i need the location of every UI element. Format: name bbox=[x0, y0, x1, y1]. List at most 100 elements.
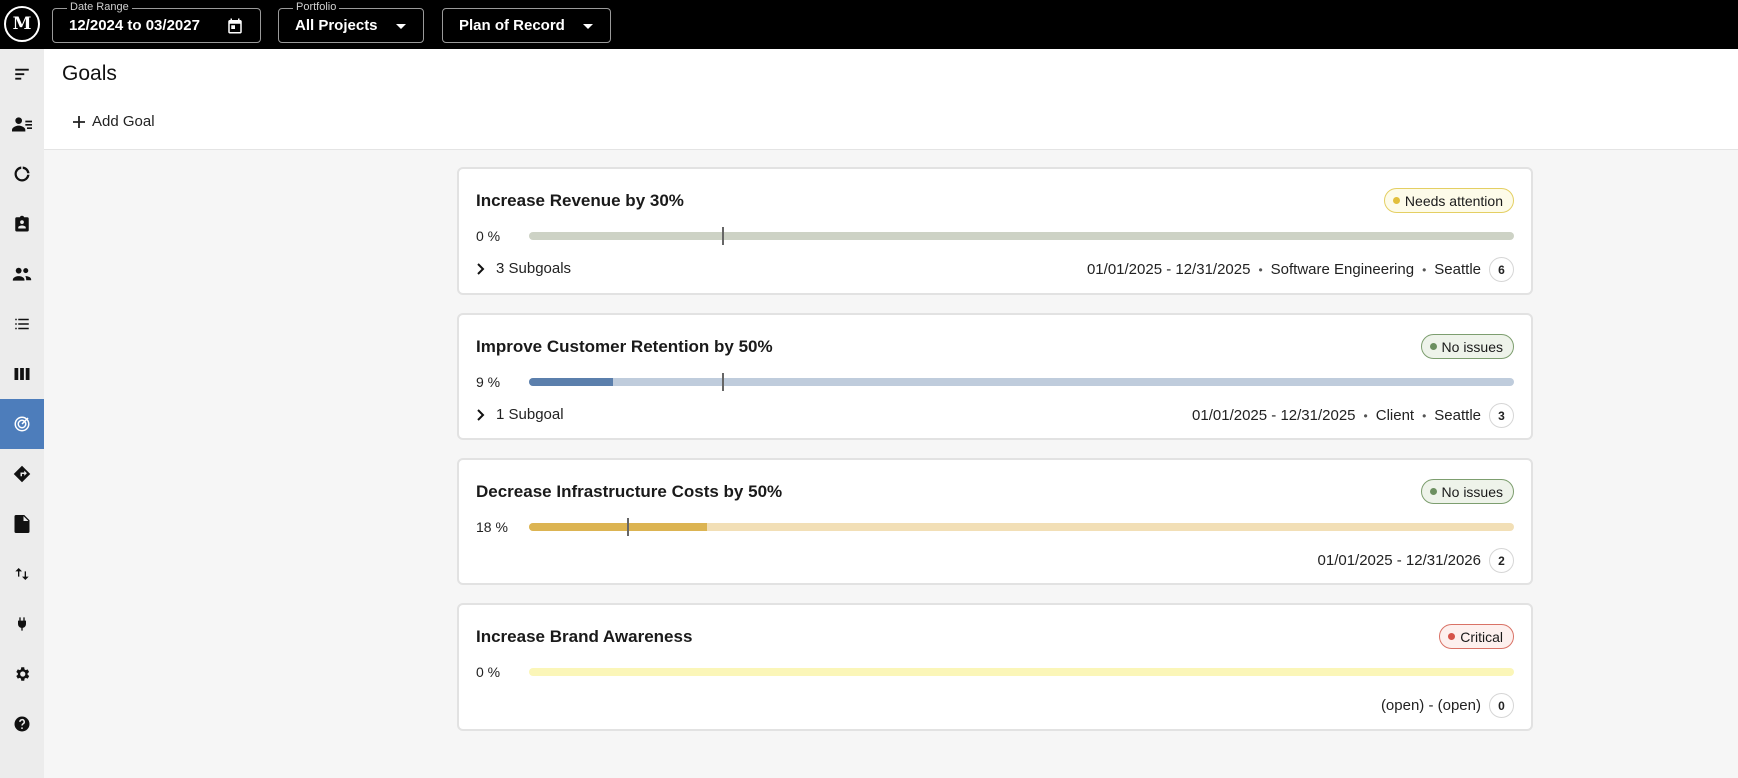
status-dot bbox=[1448, 633, 1456, 640]
sidebar-item-assignments[interactable] bbox=[0, 199, 44, 249]
subgoals-toggle[interactable]: 3 Subgoals bbox=[476, 260, 571, 277]
sort-icon bbox=[15, 568, 29, 580]
goal-department: Client bbox=[1375, 407, 1415, 424]
help-icon bbox=[14, 716, 30, 732]
sidebar-item-help[interactable] bbox=[0, 699, 44, 749]
sidebar-item-documents[interactable] bbox=[0, 499, 44, 549]
chevron-right-icon bbox=[477, 408, 485, 421]
goal-meta: (open) - (open) 0 bbox=[1381, 693, 1514, 718]
people-list-icon bbox=[12, 117, 32, 132]
chevron-right-icon bbox=[477, 262, 485, 275]
sidebar-item-dashboard[interactable] bbox=[0, 149, 44, 199]
progress-bar bbox=[529, 232, 1514, 240]
top-bar: M Date Range 12/2024 to 03/2027 Portfoli… bbox=[0, 0, 1738, 49]
plug-icon bbox=[18, 617, 26, 631]
calendar-icon[interactable] bbox=[226, 17, 244, 35]
progress-percent: 0 % bbox=[476, 664, 501, 680]
dropdown-arrow-icon bbox=[583, 23, 593, 29]
plan-value: Plan of Record bbox=[459, 17, 565, 34]
page-title: Goals bbox=[62, 62, 117, 85]
status-dot bbox=[1429, 488, 1437, 495]
status-badge: Critical bbox=[1439, 624, 1514, 649]
portfolio-select[interactable]: Portfolio All Projects bbox=[278, 1, 424, 43]
progress-percent: 0 % bbox=[476, 228, 501, 244]
separator-dot: • bbox=[1422, 408, 1427, 423]
plan-select[interactable]: Plan of Record bbox=[442, 8, 611, 43]
list-icon bbox=[15, 318, 29, 330]
sidebar-item-people[interactable] bbox=[0, 99, 44, 149]
sidebar-item-sort[interactable] bbox=[0, 549, 44, 599]
sidebar-item-roadmap[interactable] bbox=[0, 449, 44, 499]
sidebar-item-team[interactable] bbox=[0, 249, 44, 299]
dropdown-arrow-icon bbox=[396, 23, 406, 29]
status-label: Critical bbox=[1460, 628, 1503, 645]
progress-bar bbox=[529, 378, 1514, 386]
subgoals-label: 1 Subgoal bbox=[496, 406, 564, 423]
sidebar-item-goals[interactable] bbox=[0, 399, 44, 449]
goal-card[interactable]: Increase Brand Awareness Critical 0 % (o… bbox=[457, 603, 1533, 731]
progress-fill bbox=[529, 523, 708, 531]
goal-title: Decrease Infrastructure Costs by 50% bbox=[476, 482, 783, 501]
goal-location: Seattle bbox=[1434, 261, 1481, 278]
sidebar bbox=[0, 49, 44, 778]
goal-card[interactable]: Improve Customer Retention by 50% No iss… bbox=[457, 313, 1533, 440]
add-goal-button[interactable]: Add Goal bbox=[72, 113, 155, 130]
status-label: No issues bbox=[1441, 483, 1503, 500]
plus-icon bbox=[73, 115, 85, 128]
donut-chart-icon bbox=[14, 166, 30, 182]
document-icon bbox=[14, 515, 30, 533]
goal-title: Increase Revenue by 30% bbox=[476, 191, 684, 210]
separator-dot: • bbox=[1363, 408, 1368, 423]
sidebar-item-integrations[interactable] bbox=[0, 599, 44, 649]
status-badge: No issues bbox=[1420, 479, 1514, 504]
goal-card[interactable]: Decrease Infrastructure Costs by 50% No … bbox=[457, 458, 1533, 585]
goal-department: Software Engineering bbox=[1270, 261, 1415, 278]
progress-percent: 9 % bbox=[476, 374, 501, 390]
menu-icon bbox=[15, 68, 29, 80]
sidebar-item-list[interactable] bbox=[0, 299, 44, 349]
subgoals-label: 3 Subgoals bbox=[496, 260, 572, 277]
sidebar-item-settings[interactable] bbox=[0, 649, 44, 699]
status-badge: Needs attention bbox=[1383, 188, 1514, 213]
sidebar-item-board[interactable] bbox=[0, 349, 44, 399]
settings-icon bbox=[16, 667, 30, 681]
goal-dates: 01/01/2025 - 12/31/2025 bbox=[1086, 261, 1251, 278]
date-range-value: 12/2024 to 03/2027 bbox=[69, 17, 200, 34]
progress-marker bbox=[722, 373, 725, 391]
progress-marker bbox=[722, 227, 725, 245]
status-label: Needs attention bbox=[1404, 192, 1503, 209]
goal-count-badge[interactable]: 2 bbox=[1489, 548, 1514, 573]
status-label: No issues bbox=[1441, 338, 1503, 355]
app-logo[interactable]: M bbox=[4, 6, 40, 42]
date-range-legend: Date Range bbox=[67, 1, 132, 13]
goal-count-badge[interactable]: 0 bbox=[1489, 693, 1514, 718]
roadmap-icon bbox=[13, 465, 31, 483]
goal-meta: 01/01/2025 - 12/31/2025 • Client • Seatt… bbox=[1192, 403, 1514, 428]
goal-dates: 01/01/2025 - 12/31/2025 bbox=[1192, 407, 1356, 424]
status-dot bbox=[1392, 197, 1400, 204]
portfolio-legend: Portfolio bbox=[293, 1, 340, 13]
status-badge: No issues bbox=[1420, 334, 1514, 359]
add-goal-label: Add Goal bbox=[92, 113, 155, 130]
goal-meta: 01/01/2025 - 12/31/2026 2 bbox=[1318, 548, 1514, 573]
columns-icon bbox=[14, 368, 30, 380]
clipboard-icon bbox=[15, 215, 29, 232]
goal-count-badge[interactable]: 3 bbox=[1489, 403, 1514, 428]
progress-bar bbox=[529, 668, 1514, 676]
progress-marker bbox=[626, 518, 629, 536]
goal-location: Seattle bbox=[1434, 407, 1481, 424]
goal-dates: (open) - (open) bbox=[1380, 697, 1481, 714]
goal-title: Increase Brand Awareness bbox=[476, 627, 693, 646]
sidebar-item-menu[interactable] bbox=[0, 49, 44, 99]
status-dot bbox=[1429, 343, 1437, 350]
separator-dot: • bbox=[1258, 262, 1263, 277]
date-range-field[interactable]: Date Range 12/2024 to 03/2027 bbox=[52, 1, 261, 43]
team-icon bbox=[12, 267, 32, 281]
subgoals-toggle[interactable]: 1 Subgoal bbox=[476, 406, 564, 423]
goal-dates: 01/01/2025 - 12/31/2026 bbox=[1317, 552, 1481, 569]
page-header: Goals Add Goal bbox=[44, 49, 1738, 150]
progress-fill bbox=[529, 378, 613, 386]
goal-card[interactable]: Increase Revenue by 30% Needs attention … bbox=[457, 167, 1533, 295]
portfolio-value: All Projects bbox=[295, 17, 378, 34]
goal-count-badge[interactable]: 6 bbox=[1489, 257, 1514, 282]
